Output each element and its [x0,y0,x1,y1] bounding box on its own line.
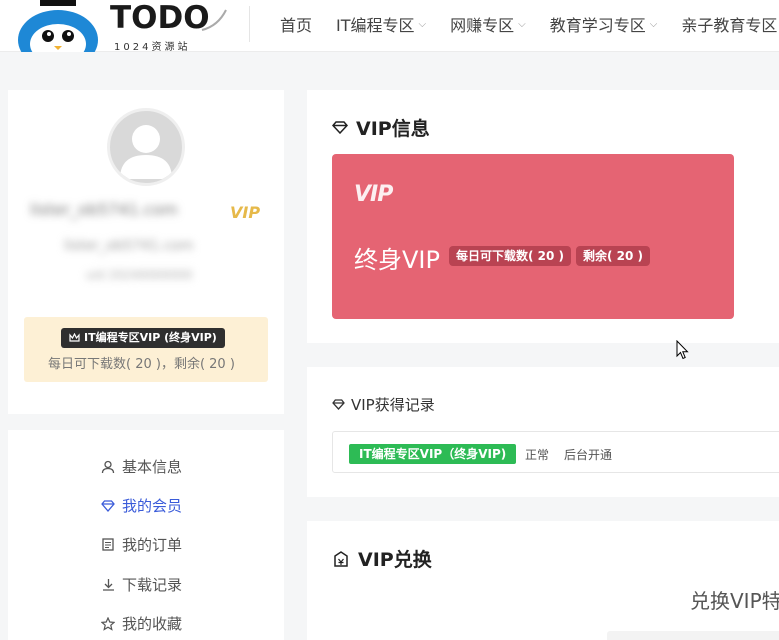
section-title-text: VIP兑换 [358,549,432,571]
logo-text: TODO [110,0,210,36]
menu-item-downloads[interactable]: 下载记录 [100,574,182,595]
nav-item-education[interactable]: 教育学习专区 ⌵ [550,12,658,36]
remaining-chip: 剩余( 20 ) [576,246,651,266]
site-logo[interactable]: TODO 1024资源站 [10,0,240,53]
nav-label: IT编程专区 [336,16,415,35]
username: lister_ob5741.com [30,200,178,219]
mouse-cursor-icon [676,340,689,360]
default-avatar-icon [120,125,172,179]
menu-label: 我的会员 [122,497,183,515]
star-icon [100,616,116,632]
menu-label: 我的收藏 [122,615,183,633]
vip-exchange-card: VIP兑换 兑换VIP特 [307,521,779,640]
profile-card: lister_ob5741.com VIP lister_ob5741.com … [8,90,284,414]
record-status: 正常 [525,448,550,462]
diamond-icon [332,121,348,134]
user-extra-info: uid 20240000000 [86,268,193,282]
menu-item-orders[interactable]: 我的订单 [100,534,182,555]
logo-subtitle: 1024资源站 [114,42,191,53]
vip-info-title: VIP信息 [332,114,430,141]
vip-badge: IT编程专区VIP (终身VIP) [61,328,225,348]
nav-item-parenting[interactable]: 亲子教育专区 [681,12,777,36]
nav-item-home[interactable]: 首页 [280,12,312,36]
record-method: 后台开通 [564,448,613,462]
top-header: TODO 1024资源站 首页 IT编程专区 ⌵ 网赚专区 ⌵ 教育学习专区 ⌵ 亲子… [0,0,779,53]
gift-icon [332,550,350,568]
header-divider [249,6,250,42]
chevron-down-icon: ⌵ [518,18,526,30]
logo-swoosh-icon [201,9,227,31]
daily-limit-chip: 每日可下载数( 20 ) [449,246,572,266]
menu-label: 下载记录 [122,576,183,594]
vip-type-tag: IT编程专区VIP（终身VIP) [349,444,517,464]
chevron-down-icon: ⌵ [418,18,427,30]
vip-logo-icon: VIP [354,182,393,207]
nav-label: 亲子教育专区 [681,16,778,35]
nav-label: 教育学习专区 [549,16,646,35]
main-nav: 首页 IT编程专区 ⌵ 网赚专区 ⌵ 教育学习专区 ⌵ 亲子教育专区 [280,12,779,36]
menu-item-profile[interactable]: 基本信息 [100,456,182,477]
nav-label: 首页 [280,16,313,35]
menu-label: 我的订单 [122,536,183,554]
section-title-text: VIP信息 [356,118,430,140]
vip-level: 终身VIP [354,246,440,274]
vip-summary-box: IT编程专区VIP (终身VIP) 每日可下载数( 20 )，剩余( 20 ) [24,317,268,382]
vip-mark-icon: VIP [230,203,261,222]
nav-item-money[interactable]: 网赚专区 ⌵ [450,12,526,36]
record-row: IT编程专区VIP（终身VIP) 正常 后台开通 [332,431,779,473]
diamond-icon [332,399,345,410]
penguin-mascot-icon [18,0,98,52]
menu-label: 基本信息 [122,458,183,476]
chevron-down-icon: ⌵ [649,18,658,30]
nav-item-it[interactable]: IT编程专区 ⌵ [336,12,426,36]
avatar[interactable] [107,108,185,186]
vip-quota-text: 每日可下载数( 20 )，剩余( 20 ) [48,357,235,372]
user-icon [100,459,116,475]
vip-panel: VIP 终身VIP 每日可下载数( 20 ) 剩余( 20 ) [332,154,734,319]
diamond-icon [100,498,116,514]
nav-label: 网赚专区 [450,16,515,35]
menu-item-favorites[interactable]: 我的收藏 [100,613,182,634]
vip-exchange-title: VIP兑换 [332,545,432,572]
download-icon [100,577,116,593]
menu-item-membership[interactable]: 我的会员 [100,495,182,516]
vip-info-card: VIP信息 VIP 终身VIP 每日可下载数( 20 ) 剩余( 20 ) [307,90,779,343]
exchange-code-input[interactable] [607,631,779,640]
user-menu: 基本信息 我的会员 我的订单 下载记录 我的收藏 [8,430,284,640]
user-email: lister_ob5741.com [64,238,194,254]
exchange-subtitle: 兑换VIP特 [690,589,779,613]
vip-record-card: VIP获得记录 IT编程专区VIP（终身VIP) 正常 后台开通 [307,367,779,497]
section-title-text: VIP获得记录 [351,396,435,414]
crown-icon [69,333,80,342]
order-icon [100,537,116,553]
vip-badge-label: IT编程专区VIP (终身VIP) [84,331,217,344]
vip-record-title: VIP获得记录 [332,394,435,415]
